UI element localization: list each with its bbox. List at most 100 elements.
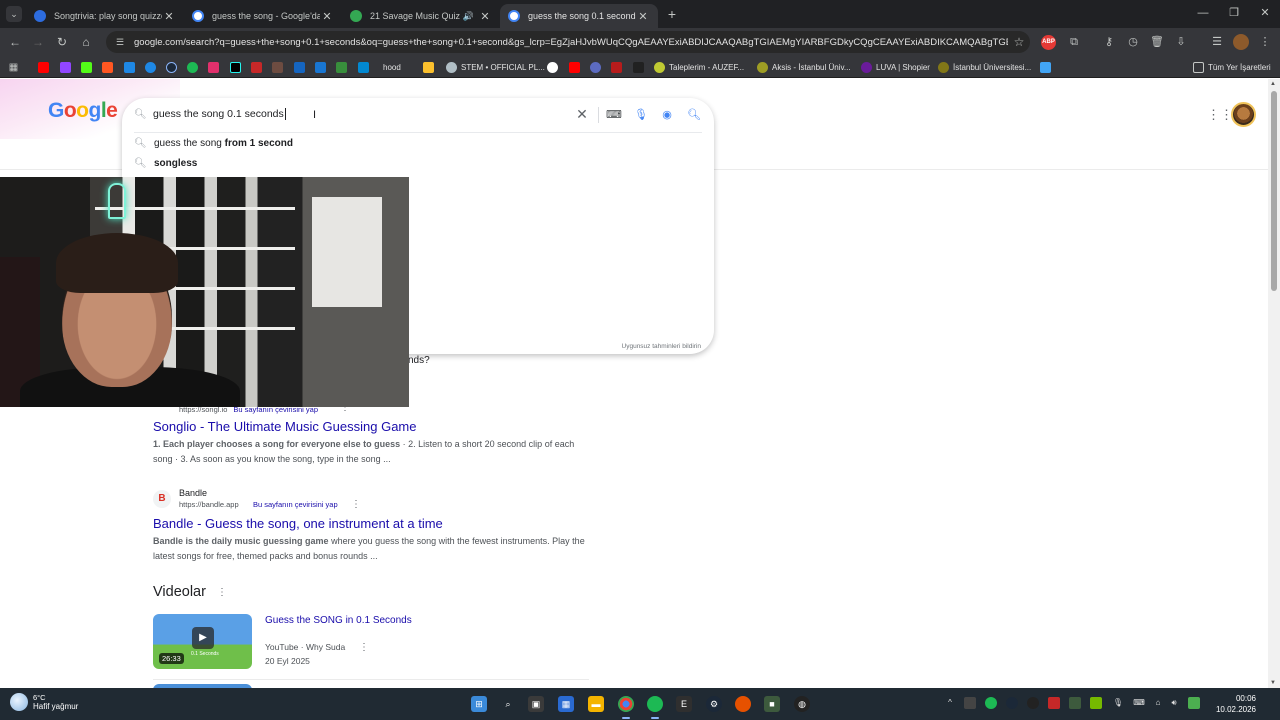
google-apps-icon[interactable]: ⋮⋮⋮ bbox=[1207, 108, 1246, 122]
new-tab-button[interactable]: + bbox=[664, 6, 680, 22]
more-options-icon[interactable]: ⋮ bbox=[359, 642, 369, 653]
side-panel-icon[interactable]: ☰ bbox=[1209, 34, 1225, 50]
suggestion-item[interactable]: 🔍︎ guess the song from 1 second bbox=[122, 134, 714, 154]
obs-tray-icon[interactable] bbox=[1027, 697, 1039, 709]
keyboard-icon[interactable]: ⌨ bbox=[1133, 697, 1145, 709]
bookmark-27[interactable] bbox=[1040, 59, 1051, 75]
bookmark-14[interactable] bbox=[315, 59, 326, 75]
bookmark-12[interactable] bbox=[272, 59, 283, 75]
bookmark-6[interactable] bbox=[145, 59, 156, 75]
tab-guess-the-song-0-1[interactable]: guess the song 0.1 seconds - G ✕ bbox=[500, 4, 658, 28]
delete-icon[interactable]: 🗑 bbox=[1149, 34, 1165, 50]
site-info-icon[interactable]: ☰ bbox=[116, 37, 126, 47]
bookmark-19[interactable] bbox=[547, 59, 558, 75]
tray-app-icon[interactable] bbox=[964, 697, 976, 709]
close-window-icon[interactable]: ✕ bbox=[1250, 4, 1280, 22]
search-input[interactable]: guess the song 0.1 seconds bbox=[153, 108, 286, 121]
menu-kebab-icon[interactable]: ⋮ bbox=[1257, 34, 1273, 50]
spotify-icon[interactable] bbox=[647, 696, 663, 719]
weather-widget[interactable]: 6°C Hafif yağmur bbox=[10, 693, 78, 711]
close-tab-icon[interactable]: ✕ bbox=[636, 10, 650, 23]
bookmark-taleplerim[interactable]: Taleplerim - AUZEF... bbox=[654, 59, 744, 75]
app-icon[interactable]: ■ bbox=[764, 696, 780, 712]
scrollbar-thumb[interactable] bbox=[1271, 91, 1277, 291]
suggestion-item[interactable]: 🔍︎ songless bbox=[122, 154, 714, 174]
bookmark-4[interactable] bbox=[102, 59, 113, 75]
tab-songtrivia[interactable]: Songtrivia: play song quizzes an ✕ bbox=[26, 4, 184, 28]
bookmark-23[interactable] bbox=[633, 59, 644, 75]
taskbar-clock[interactable]: 00:06 10.02.2026 bbox=[1210, 693, 1256, 715]
downloads-icon[interactable]: ⇩ bbox=[1173, 34, 1189, 50]
bookmark-twitch[interactable] bbox=[60, 59, 71, 75]
obs-icon[interactable]: ◍ bbox=[794, 696, 810, 712]
steam-icon[interactable]: ⚙ bbox=[706, 696, 722, 712]
bookmark-20[interactable] bbox=[569, 59, 580, 75]
bookmark-youtube[interactable] bbox=[38, 59, 49, 75]
extensions-icon[interactable]: ⧉ bbox=[1066, 34, 1082, 50]
all-bookmarks[interactable]: Tüm Yer İşaretleri bbox=[1193, 59, 1271, 75]
bookmark-star-icon[interactable]: ☆ bbox=[1008, 35, 1030, 49]
bookmark-13[interactable] bbox=[294, 59, 305, 75]
bookmark-11[interactable] bbox=[251, 59, 262, 75]
result-title-link[interactable]: Songlio - The Ultimate Music Guessing Ga… bbox=[153, 419, 416, 434]
bookmark-stem[interactable]: STEM • OFFICIAL PL... bbox=[446, 59, 545, 75]
nvidia-tray-icon[interactable] bbox=[1069, 697, 1081, 709]
bookmark-kick[interactable] bbox=[81, 59, 92, 75]
google-lens-icon[interactable]: ◉ bbox=[659, 107, 675, 123]
close-tab-icon[interactable]: ✕ bbox=[478, 10, 492, 23]
clear-icon[interactable]: ✕ bbox=[574, 106, 590, 122]
bookmark-21[interactable] bbox=[590, 59, 601, 75]
bookmark-instagram[interactable] bbox=[208, 59, 219, 75]
google-logo[interactable]: Google bbox=[48, 99, 118, 123]
bookmark-spotify[interactable] bbox=[187, 59, 198, 75]
bookmark-luva[interactable]: LUVA | Shopier bbox=[861, 59, 930, 75]
search-icon[interactable]: ⌕ bbox=[500, 696, 516, 712]
show-hidden-icons[interactable]: ^ bbox=[944, 697, 956, 709]
minimize-icon[interactable]: — bbox=[1188, 4, 1218, 22]
video-thumbnail[interactable]: ▶ 0.1 Seconds 26:33 bbox=[153, 614, 252, 669]
history-icon[interactable]: ◷ bbox=[1125, 34, 1141, 50]
tray-app-icon[interactable] bbox=[1048, 697, 1060, 709]
bookmark-steam[interactable] bbox=[166, 59, 177, 75]
bookmark-aksis[interactable]: Aksis - İstanbul Üniv... bbox=[757, 59, 851, 75]
account-avatar[interactable] bbox=[1231, 102, 1256, 127]
store-icon[interactable]: ▦ bbox=[558, 696, 574, 712]
close-tab-icon[interactable]: ✕ bbox=[320, 10, 334, 23]
more-options-icon[interactable]: ⋮ bbox=[351, 499, 361, 510]
close-tab-icon[interactable]: ✕ bbox=[162, 10, 176, 23]
maximize-icon[interactable]: ❐ bbox=[1219, 4, 1249, 22]
home-icon[interactable]: ⌂ bbox=[77, 33, 95, 51]
apps-grid-icon[interactable]: ▦ bbox=[8, 59, 19, 75]
epic-games-icon[interactable]: E bbox=[676, 696, 692, 712]
task-view-icon[interactable]: ▣ bbox=[528, 696, 544, 712]
page-scrollbar[interactable]: ▲ ▼ bbox=[1268, 79, 1280, 688]
bookmark-5[interactable] bbox=[124, 59, 135, 75]
bookmark-22[interactable] bbox=[611, 59, 622, 75]
battery-icon[interactable] bbox=[1188, 697, 1200, 709]
start-icon[interactable]: ⊞ bbox=[471, 696, 487, 712]
address-bar[interactable]: ☰ google.com/search?q=guess+the+song+0.1… bbox=[106, 31, 1030, 53]
forward-icon[interactable]: → bbox=[29, 33, 47, 51]
tab-search-button[interactable]: ⌄ bbox=[6, 6, 22, 22]
passwords-icon[interactable]: ⚷ bbox=[1101, 34, 1117, 50]
more-options-icon[interactable]: ⋮ bbox=[217, 587, 227, 598]
back-icon[interactable]: ← bbox=[6, 33, 24, 51]
reload-icon[interactable]: ↻ bbox=[53, 33, 71, 51]
adblock-extension-icon[interactable]: ABP bbox=[1041, 35, 1056, 50]
riot-icon[interactable] bbox=[735, 696, 751, 712]
bookmark-15[interactable] bbox=[336, 59, 347, 75]
scroll-up-icon[interactable]: ▲ bbox=[1270, 81, 1276, 87]
translate-link[interactable]: Bu sayfanın çevirisini yap bbox=[253, 500, 338, 509]
network-icon[interactable]: ⌂ bbox=[1152, 697, 1164, 709]
volume-icon[interactable]: 🔊︎ bbox=[1168, 697, 1180, 709]
chrome-icon[interactable] bbox=[618, 696, 634, 719]
profile-avatar-icon[interactable] bbox=[1233, 34, 1249, 50]
bookmark-istanbul-uni[interactable]: İstanbul Üniversitesi... bbox=[938, 59, 1031, 75]
bookmark-tiktok[interactable] bbox=[230, 59, 241, 75]
microphone-icon[interactable]: 🎙︎ bbox=[1112, 697, 1124, 709]
tab-21-savage-quiz[interactable]: 21 Savage Music Quiz - Gu 🔊 ✕ bbox=[342, 4, 500, 28]
video-title-link[interactable]: Guess the SONG in 0.1 Seconds bbox=[265, 615, 412, 626]
report-predictions-link[interactable]: Uygunsuz tahminleri bildirin bbox=[622, 343, 701, 350]
search-submit-icon[interactable]: 🔍︎ bbox=[686, 107, 702, 123]
scroll-down-icon[interactable]: ▼ bbox=[1270, 680, 1276, 686]
